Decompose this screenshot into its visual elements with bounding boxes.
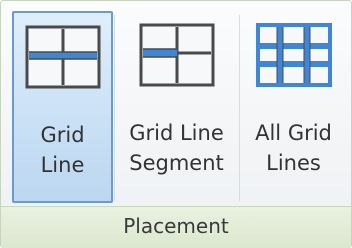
grid-line-button[interactable]: Grid Line — [12, 11, 113, 203]
separator — [239, 15, 240, 201]
all-grid-lines-button[interactable]: All Grid Lines — [241, 11, 346, 203]
panel-group-label: Placement — [123, 214, 229, 238]
grid-line-segment-label-line1: Grid Line — [129, 121, 224, 145]
all-grid-lines-label-line1: All Grid — [255, 121, 332, 145]
all-grid-lines-label-line2: Lines — [266, 151, 321, 175]
grid-line-icon — [25, 25, 100, 89]
grid-line-label-line2: Line — [40, 153, 85, 177]
grid-line-segment-icon — [139, 23, 214, 87]
ribbon-panel-placement: Grid Line Grid Line Segment All Grid Lin… — [0, 0, 352, 248]
panel-group-footer: Placement — [1, 206, 351, 248]
grid-line-label-line1: Grid — [40, 123, 85, 147]
grid-line-segment-label-line2: Segment — [129, 151, 224, 175]
all-grid-lines-icon — [255, 23, 332, 87]
grid-line-segment-button[interactable]: Grid Line Segment — [114, 11, 239, 203]
